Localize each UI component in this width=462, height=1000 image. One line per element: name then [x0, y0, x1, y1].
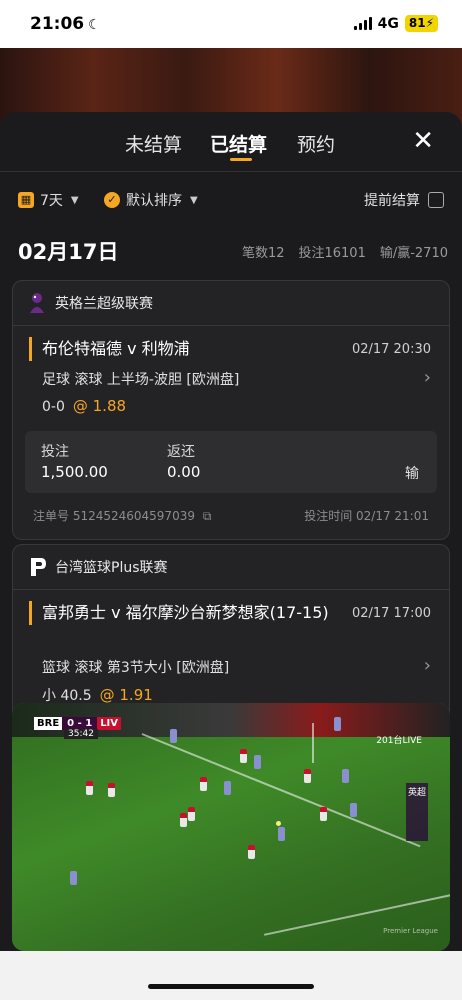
odds-value: @ 1.91: [99, 686, 153, 704]
league-name: 台湾篮球Plus联赛: [55, 560, 168, 576]
selection-odds: 小 40.5 @ 1.91: [42, 685, 153, 705]
player: [70, 871, 77, 885]
bottom-area: [0, 951, 462, 1000]
player: [240, 749, 247, 763]
live-video-player[interactable]: BRE 0 - 1 LIV 35:42 201台LIVE 英超 Premier …: [12, 703, 450, 951]
status-indicators: 4G 81⚡: [353, 15, 438, 32]
chevron-right-icon[interactable]: ›: [424, 367, 431, 388]
day-date: 02月17日: [18, 240, 119, 264]
clock-time: 21:06: [30, 14, 85, 34]
early-settle-checkbox[interactable]: [428, 192, 444, 208]
player: [350, 803, 357, 817]
home-indicator[interactable]: [148, 984, 314, 989]
battery-level: 81: [408, 16, 426, 30]
check-circle-icon: ✓: [104, 192, 120, 208]
bet-count: 笔数12: [241, 246, 285, 261]
player: [254, 755, 261, 769]
ticket-number-text: 注单号 5124524604597039: [33, 509, 195, 523]
bet-card: 英格兰超级联赛 布伦特福德 v 利物浦 02/17 20:30 足球 滚球 上半…: [12, 280, 450, 540]
tab-scheduled[interactable]: 预约: [297, 130, 335, 157]
premier-league-badge: 英超: [406, 783, 428, 841]
match-title: 富邦勇士 v 福尔摩沙台新梦想家(17-15): [29, 601, 329, 625]
early-settle-label: 提前结算: [364, 193, 420, 209]
chevron-right-icon[interactable]: ›: [424, 655, 431, 676]
ball: [276, 821, 281, 826]
league-header: 台湾篮球Plus联赛: [27, 555, 168, 579]
away-team: LIV: [97, 717, 122, 730]
odds-value: @ 1.88: [72, 397, 127, 415]
selection: 小 40.5: [42, 688, 92, 704]
tab-unsettled[interactable]: 未结算: [125, 130, 182, 157]
market-detail: 篮球 滚球 第3节大小 [欧洲盘]: [42, 660, 230, 676]
close-icon[interactable]: ✕: [412, 126, 434, 156]
network-type: 4G: [377, 15, 399, 32]
plus-league-icon: [31, 558, 46, 576]
divider: [13, 325, 449, 326]
badge-text: 英超: [407, 788, 426, 798]
period-filter[interactable]: ▦ 7天 ▼: [18, 190, 79, 210]
win-loss-total: 输/赢-2710: [379, 246, 448, 261]
stake-value: 1,500.00: [41, 463, 108, 481]
sort-filter-label: 默认排序: [126, 193, 182, 209]
tab-settled[interactable]: 已结算: [210, 130, 267, 157]
player: [86, 781, 93, 795]
selection: 0-0: [42, 399, 65, 415]
signal-icon: [353, 17, 372, 30]
league-header: 英格兰超级联赛: [27, 291, 153, 315]
day-summary: 02月17日 笔数12 投注16101 输/赢-2710: [0, 236, 462, 266]
player: [200, 777, 207, 791]
caret-down-icon: ▼: [70, 194, 79, 206]
player: [170, 729, 177, 743]
match-time: 02/17 17:00: [351, 606, 431, 621]
market-detail: 足球 滚球 上半场-波胆 [欧洲盘]: [42, 372, 240, 388]
player: [188, 807, 195, 821]
moon-icon: ☾: [88, 17, 101, 33]
result-status: 输: [405, 466, 419, 482]
caret-down-icon: ▼: [190, 194, 198, 206]
return-value: 0.00: [167, 463, 201, 481]
clock: 21:06 ☾: [30, 14, 101, 34]
active-tab-indicator: [230, 158, 252, 161]
sort-filter[interactable]: ✓ 默认排序 ▼: [104, 190, 198, 210]
tab-bar: 未结算 已结算 预约 ✕: [0, 112, 462, 172]
stake-label: 投注: [41, 444, 69, 460]
player: [320, 807, 327, 821]
pitch-line: [312, 723, 314, 763]
player: [180, 813, 187, 827]
broadcaster-watermark: Premier League: [383, 927, 438, 935]
selection-odds: 0-0 @ 1.88: [42, 397, 126, 415]
ticket-number: 注单号 5124524604597039 ⧉: [33, 507, 211, 524]
player: [304, 769, 311, 783]
match-clock: 35:42: [64, 729, 98, 739]
premier-league-icon: [30, 293, 44, 313]
player: [108, 783, 115, 797]
player: [278, 827, 285, 841]
player: [224, 781, 231, 795]
day-stats: 笔数12 投注16101 输/赢-2710: [242, 242, 448, 261]
filter-bar: ▦ 7天 ▼ ✓ 默认排序 ▼ 提前结算: [0, 188, 462, 214]
copy-icon[interactable]: ⧉: [203, 509, 212, 523]
bet-time: 投注时间 02/17 21:01: [304, 509, 429, 523]
league-name: 英格兰超级联赛: [55, 296, 153, 312]
divider: [13, 589, 449, 590]
player: [342, 769, 349, 783]
calendar-icon: ▦: [18, 192, 34, 208]
player: [334, 717, 341, 731]
stake-return-box: 投注 1,500.00 返还 0.00 输: [25, 431, 437, 493]
match-time: 02/17 20:30: [351, 342, 431, 357]
status-bar: 21:06 ☾ 4G 81⚡: [0, 0, 462, 48]
channel-label: 201台LIVE: [376, 736, 422, 746]
battery-icon: 81⚡: [404, 15, 438, 32]
return-label: 返还: [167, 444, 195, 460]
period-filter-label: 7天: [40, 193, 63, 209]
home-team: BRE: [34, 717, 63, 730]
stake-total: 投注16101: [298, 246, 366, 261]
player: [248, 845, 255, 859]
match-title: 布伦特福德 v 利物浦: [29, 337, 190, 361]
early-settle-toggle[interactable]: 提前结算: [364, 190, 444, 210]
